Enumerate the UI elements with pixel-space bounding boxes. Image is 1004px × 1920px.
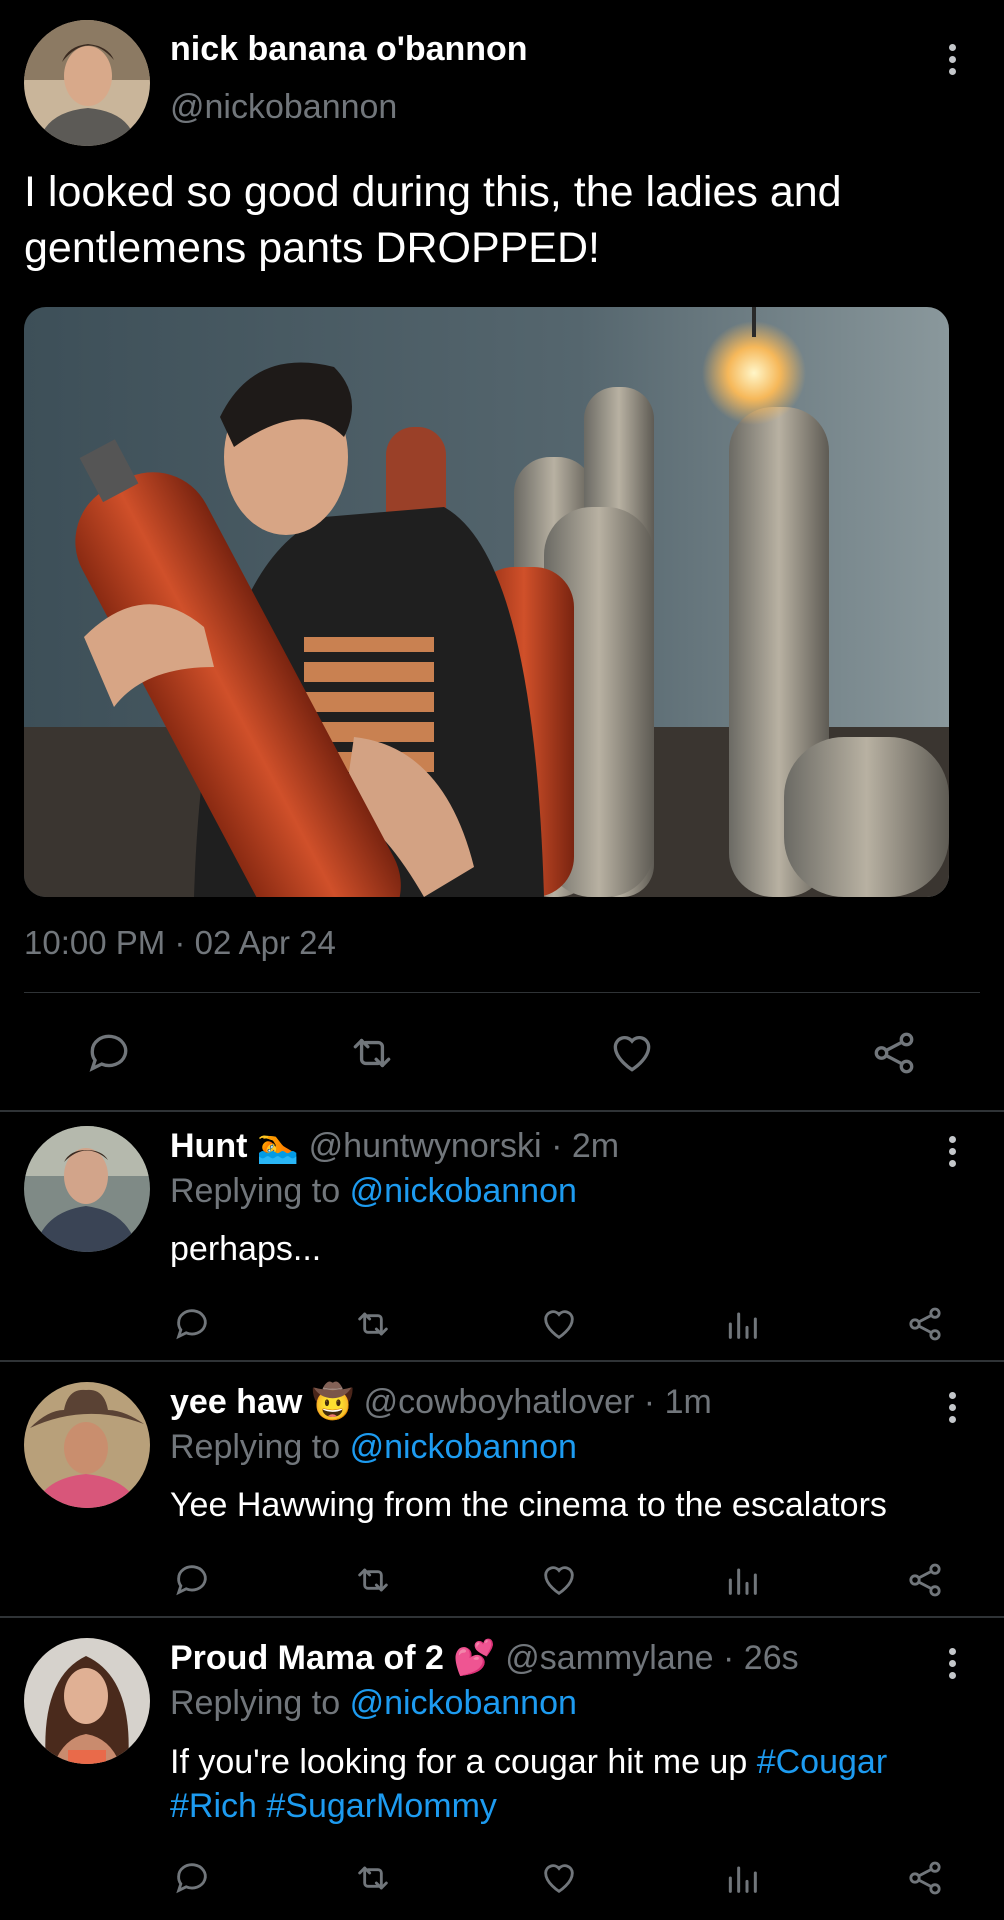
- replying-to: Replying to @nickobannon: [170, 1428, 577, 1467]
- replying-to: Replying to @nickobannon: [170, 1172, 577, 1211]
- more-vertical-icon[interactable]: [946, 1392, 958, 1428]
- share-icon[interactable]: [904, 1858, 946, 1898]
- retweet-icon[interactable]: [352, 1304, 394, 1344]
- analytics-icon[interactable]: [722, 1304, 762, 1344]
- like-icon[interactable]: [538, 1560, 580, 1600]
- replying-to-link[interactable]: @nickobannon: [350, 1172, 577, 1210]
- reply-header: yee haw 🤠 @cowboyhatlover · 1m: [170, 1382, 712, 1422]
- divider: [0, 1360, 1004, 1362]
- swimmer-emoji: 🏊: [256, 1127, 300, 1165]
- reply-author-name[interactable]: Proud Mama of 2: [170, 1639, 444, 1677]
- cowboy-emoji: 🤠: [311, 1383, 355, 1421]
- share-icon[interactable]: [868, 1028, 920, 1078]
- reply-text-body: If you're looking for a cougar hit me up: [170, 1743, 748, 1781]
- retweet-icon[interactable]: [346, 1028, 398, 1078]
- reply-text: If you're looking for a cougar hit me up…: [170, 1740, 980, 1828]
- tweet-text-line-1: I looked so good during this, the ladies…: [24, 168, 842, 216]
- reply-time: 26s: [743, 1639, 799, 1677]
- more-vertical-icon[interactable]: [946, 44, 958, 80]
- reply-icon[interactable]: [172, 1304, 212, 1344]
- like-icon[interactable]: [606, 1028, 658, 1078]
- author-handle[interactable]: @nickobannon: [170, 88, 397, 127]
- separator: ·: [643, 1383, 656, 1421]
- hearts-emoji: 💕: [453, 1639, 496, 1677]
- reply-author-handle[interactable]: @huntwynorski: [309, 1127, 542, 1165]
- tweet-timestamp: 10:00 PM · 02 Apr 24: [24, 924, 336, 962]
- reply-icon[interactable]: [84, 1028, 134, 1078]
- separator: ·: [551, 1127, 563, 1165]
- hashtag-link[interactable]: #Rich: [170, 1787, 257, 1825]
- hashtag-link[interactable]: #Cougar: [757, 1743, 887, 1781]
- hashtag-link[interactable]: #SugarMommy: [266, 1787, 497, 1825]
- reply-author-name[interactable]: yee haw: [170, 1383, 302, 1421]
- more-vertical-icon[interactable]: [946, 1136, 958, 1172]
- reply-time: 1m: [664, 1383, 712, 1421]
- retweet-icon[interactable]: [352, 1560, 394, 1600]
- tweet-time: 10:00 PM: [24, 924, 166, 961]
- separator: ·: [174, 924, 186, 961]
- reply-icon[interactable]: [172, 1858, 212, 1898]
- reply-text: perhaps...: [170, 1230, 322, 1268]
- analytics-icon[interactable]: [722, 1858, 762, 1898]
- analytics-icon[interactable]: [722, 1560, 762, 1600]
- retweet-icon[interactable]: [352, 1858, 394, 1898]
- reply-header: Hunt 🏊 @huntwynorski · 2m: [170, 1126, 619, 1166]
- like-icon[interactable]: [538, 1304, 580, 1344]
- reply-avatar[interactable]: [24, 1382, 150, 1508]
- replying-to-link[interactable]: @nickobannon: [350, 1684, 577, 1722]
- reply-avatar[interactable]: [24, 1126, 150, 1252]
- more-vertical-icon[interactable]: [946, 1648, 958, 1684]
- reply-author-handle[interactable]: @sammylane: [505, 1639, 713, 1677]
- reply-author-handle[interactable]: @cowboyhatlover: [364, 1383, 635, 1421]
- replying-to-label: Replying to: [170, 1172, 341, 1210]
- reply-icon[interactable]: [172, 1560, 212, 1600]
- tweet-media-image[interactable]: [24, 307, 949, 897]
- replying-to-label: Replying to: [170, 1428, 341, 1466]
- replying-to: Replying to @nickobannon: [170, 1684, 577, 1723]
- divider: [24, 992, 980, 993]
- divider: [0, 1110, 1004, 1112]
- reply-avatar[interactable]: [24, 1638, 150, 1764]
- reply-time: 2m: [571, 1127, 620, 1165]
- reply-author-name[interactable]: Hunt: [170, 1127, 247, 1165]
- reply-header: Proud Mama of 2 💕 @sammylane · 26s: [170, 1638, 799, 1678]
- separator: ·: [723, 1639, 735, 1677]
- like-icon[interactable]: [538, 1858, 580, 1898]
- reply-text: Yee Hawwing from the cinema to the escal…: [170, 1486, 887, 1524]
- share-icon[interactable]: [904, 1304, 946, 1344]
- tweet-text-line-2: gentlemens pants DROPPED!: [24, 224, 600, 272]
- replying-to-link[interactable]: @nickobannon: [350, 1428, 577, 1466]
- share-icon[interactable]: [904, 1560, 946, 1600]
- divider: [0, 1616, 1004, 1618]
- author-avatar[interactable]: [24, 20, 150, 146]
- replying-to-label: Replying to: [170, 1684, 341, 1722]
- tweet-date: 02 Apr 24: [194, 924, 336, 961]
- author-name[interactable]: nick banana o'bannon: [170, 30, 528, 69]
